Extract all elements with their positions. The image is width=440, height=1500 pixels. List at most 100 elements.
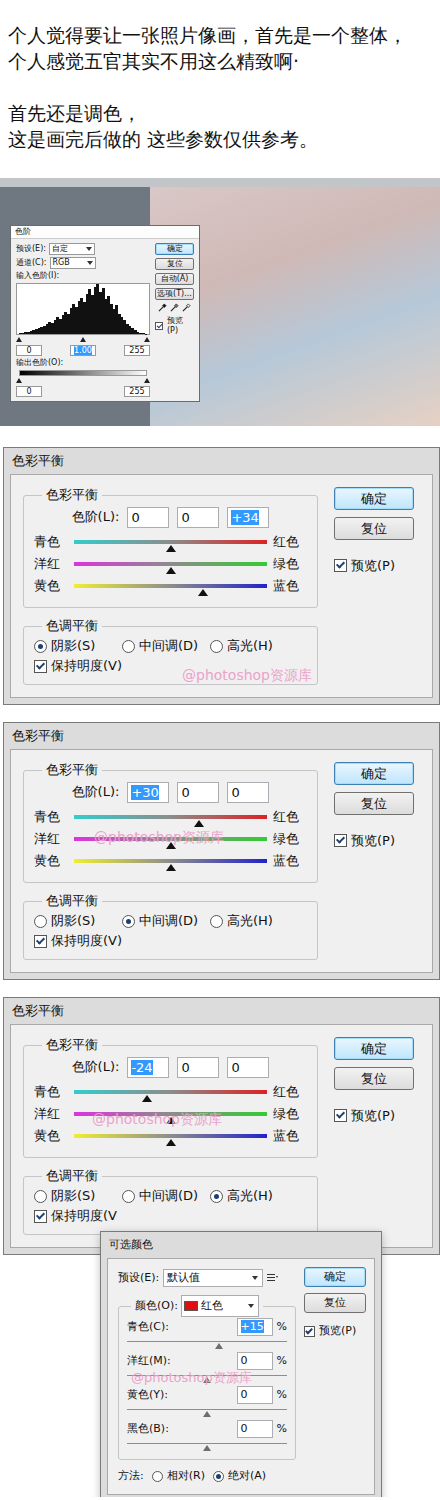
method-radio[interactable]: 相对(R) [152, 1468, 205, 1485]
preview-checkbox[interactable]: 预览(P) [334, 556, 418, 576]
preview-checkbox-box[interactable] [334, 559, 347, 572]
value-field[interactable]: 0 [237, 1420, 273, 1438]
slider-thumb[interactable] [203, 1445, 211, 1451]
method-radio[interactable]: 绝对(A) [213, 1468, 266, 1485]
slider-track[interactable] [74, 1090, 267, 1094]
slider-thumb[interactable] [166, 842, 176, 849]
color-slider[interactable]: 青色红色 [34, 808, 307, 830]
tone-radio[interactable]: 中间调(D) [122, 1186, 210, 1206]
dropdown-arrow-icon[interactable] [252, 1276, 258, 1280]
slider-track[interactable] [74, 859, 267, 863]
dialog-button[interactable]: 自动(A) [155, 273, 194, 285]
slider-thumb[interactable] [166, 567, 176, 574]
color-slider[interactable]: 洋红绿色 [34, 1105, 307, 1127]
value-field[interactable]: 0 [177, 507, 219, 528]
eyedropper-icon[interactable] [170, 303, 179, 313]
slider-thumb[interactable] [166, 1117, 176, 1124]
slider-track[interactable] [74, 837, 267, 841]
slider-thumb[interactable] [203, 1411, 211, 1417]
dialog-button[interactable]: 复位 [304, 1293, 366, 1313]
value-field[interactable]: 0 [16, 386, 42, 397]
slider-thumb[interactable] [198, 589, 208, 596]
output-slider-thumb[interactable] [144, 378, 150, 383]
ink-slider[interactable]: 黑色(B):0% [127, 1419, 287, 1453]
dialog-button[interactable]: 确定 [155, 243, 194, 255]
dropdown-arrow-icon[interactable] [86, 247, 92, 251]
eyedropper-icon[interactable] [182, 303, 191, 313]
value-field[interactable]: +15 [237, 1318, 273, 1336]
value-field[interactable]: 0 [16, 345, 42, 356]
tone-radio-circle[interactable] [210, 915, 223, 928]
value-field[interactable]: 0 [237, 1386, 273, 1404]
slider-thumb[interactable] [194, 820, 204, 827]
tone-radio[interactable]: 中间调(D) [122, 911, 210, 931]
preserve-luminosity-checkbox-box[interactable] [34, 660, 47, 673]
dialog-button[interactable]: 确定 [304, 1267, 366, 1287]
slider-track[interactable] [74, 1112, 267, 1116]
ink-slider[interactable]: 黄色(Y):0% [127, 1385, 287, 1419]
preview-checkbox-box[interactable] [304, 1326, 315, 1337]
slider-track[interactable] [127, 1341, 287, 1342]
slider-thumb[interactable] [142, 1095, 152, 1102]
tone-radio-circle[interactable] [210, 1190, 223, 1203]
preserve-luminosity-checkbox-box[interactable] [34, 1210, 47, 1223]
slider-thumb[interactable] [203, 1377, 211, 1383]
preset-menu-icon[interactable] [267, 1270, 278, 1287]
value-field[interactable]: 0 [127, 507, 169, 528]
channel-select[interactable]: RGB [50, 257, 96, 269]
color-slider[interactable]: 青色红色 [34, 533, 307, 555]
value-field[interactable]: 0 [177, 1057, 219, 1078]
input-slider[interactable] [19, 337, 147, 343]
dropdown-arrow-icon[interactable] [87, 261, 93, 265]
value-field[interactable]: 0 [227, 1057, 269, 1078]
color-slider[interactable]: 黄色蓝色 [34, 577, 307, 599]
slider-thumb[interactable] [166, 1139, 176, 1146]
color-slider[interactable]: 黄色蓝色 [34, 1127, 307, 1149]
tone-radio[interactable]: 高光(H) [210, 1186, 298, 1206]
tone-radio-circle[interactable] [34, 640, 47, 653]
value-field[interactable]: 0 [227, 782, 269, 803]
preview-checkbox[interactable]: 预览(P) [155, 316, 194, 336]
tone-radio-circle[interactable] [122, 1190, 135, 1203]
value-field[interactable]: 255 [124, 345, 150, 356]
preview-checkbox[interactable]: 预览(P) [334, 831, 418, 851]
dialog-button[interactable]: 确定 [334, 1037, 414, 1060]
slider-track[interactable] [127, 1409, 287, 1410]
slider-track[interactable] [74, 815, 267, 819]
preset-select[interactable]: 默认值 [163, 1269, 263, 1288]
tone-radio[interactable]: 高光(H) [210, 911, 298, 931]
input-slider-thumb[interactable] [16, 337, 22, 342]
output-slider-thumb[interactable] [16, 378, 22, 383]
value-field[interactable]: 1.00 [70, 345, 96, 356]
value-field[interactable]: +34 [227, 507, 269, 528]
method-radio-circle[interactable] [152, 1471, 163, 1482]
tone-radio[interactable]: 阴影(S) [34, 911, 122, 931]
slider-thumb[interactable] [166, 545, 176, 552]
preserve-luminosity-checkbox-box[interactable] [34, 935, 47, 948]
preview-checkbox-box[interactable] [334, 1109, 347, 1122]
output-slider[interactable] [19, 378, 147, 384]
tone-radio-circle[interactable] [122, 915, 135, 928]
slider-track[interactable] [74, 1134, 267, 1138]
color-slider[interactable]: 洋红绿色 [34, 830, 307, 852]
value-field[interactable]: 0 [177, 782, 219, 803]
preview-checkbox[interactable]: 预览(P) [334, 1106, 418, 1126]
ink-slider[interactable]: 青色(C):+15% [127, 1317, 287, 1351]
tone-radio-circle[interactable] [122, 640, 135, 653]
slider-thumb[interactable] [166, 864, 176, 871]
value-field[interactable]: -24 [127, 1057, 169, 1078]
slider-track[interactable] [74, 562, 267, 566]
ink-slider[interactable]: 洋红(M):0% [127, 1351, 287, 1385]
value-field[interactable]: +30 [127, 782, 169, 803]
preset-select[interactable]: 自定 [49, 243, 95, 255]
method-radio-circle[interactable] [213, 1471, 224, 1482]
color-slider[interactable]: 黄色蓝色 [34, 852, 307, 874]
preserve-luminosity-checkbox[interactable]: 保持明度(V) [34, 656, 307, 676]
value-field[interactable]: 0 [237, 1352, 273, 1370]
dialog-button[interactable]: 复位 [334, 517, 414, 540]
color-slider[interactable]: 青色红色 [34, 1083, 307, 1105]
slider-track[interactable] [127, 1443, 287, 1444]
tone-radio[interactable]: 阴影(S) [34, 636, 122, 656]
dialog-button[interactable]: 选项(T)... [155, 288, 194, 300]
preview-checkbox[interactable]: 预览(P) [304, 1323, 366, 1340]
